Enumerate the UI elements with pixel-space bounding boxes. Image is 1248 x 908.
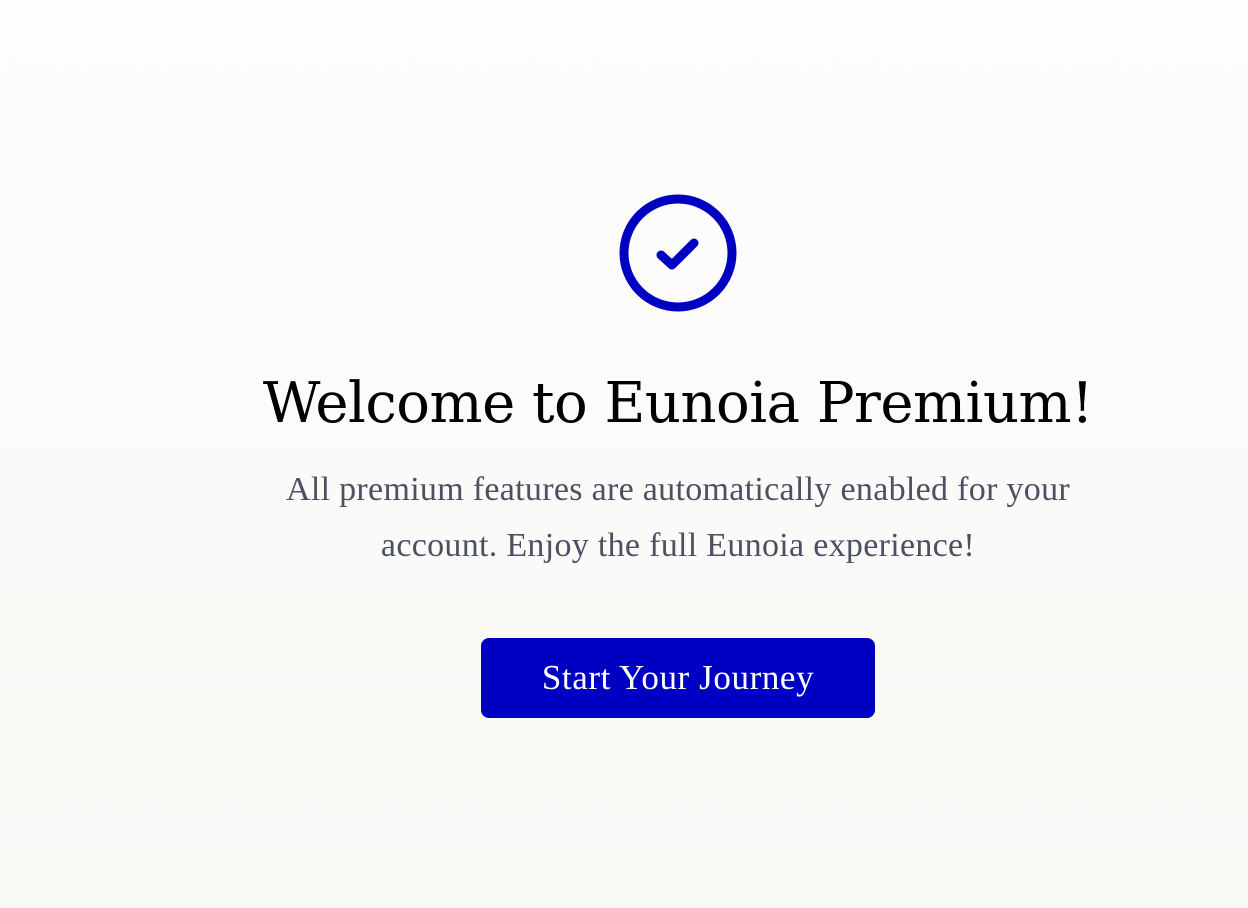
check-circle-icon <box>619 194 737 312</box>
welcome-message: All premium features are automatically e… <box>285 471 1071 564</box>
welcome-panel: Welcome to Eunoia Premium! All premium f… <box>0 0 1248 908</box>
start-journey-button[interactable]: Start Your Journey <box>481 638 875 718</box>
page-title: Welcome to Eunoia Premium! <box>262 371 1094 436</box>
